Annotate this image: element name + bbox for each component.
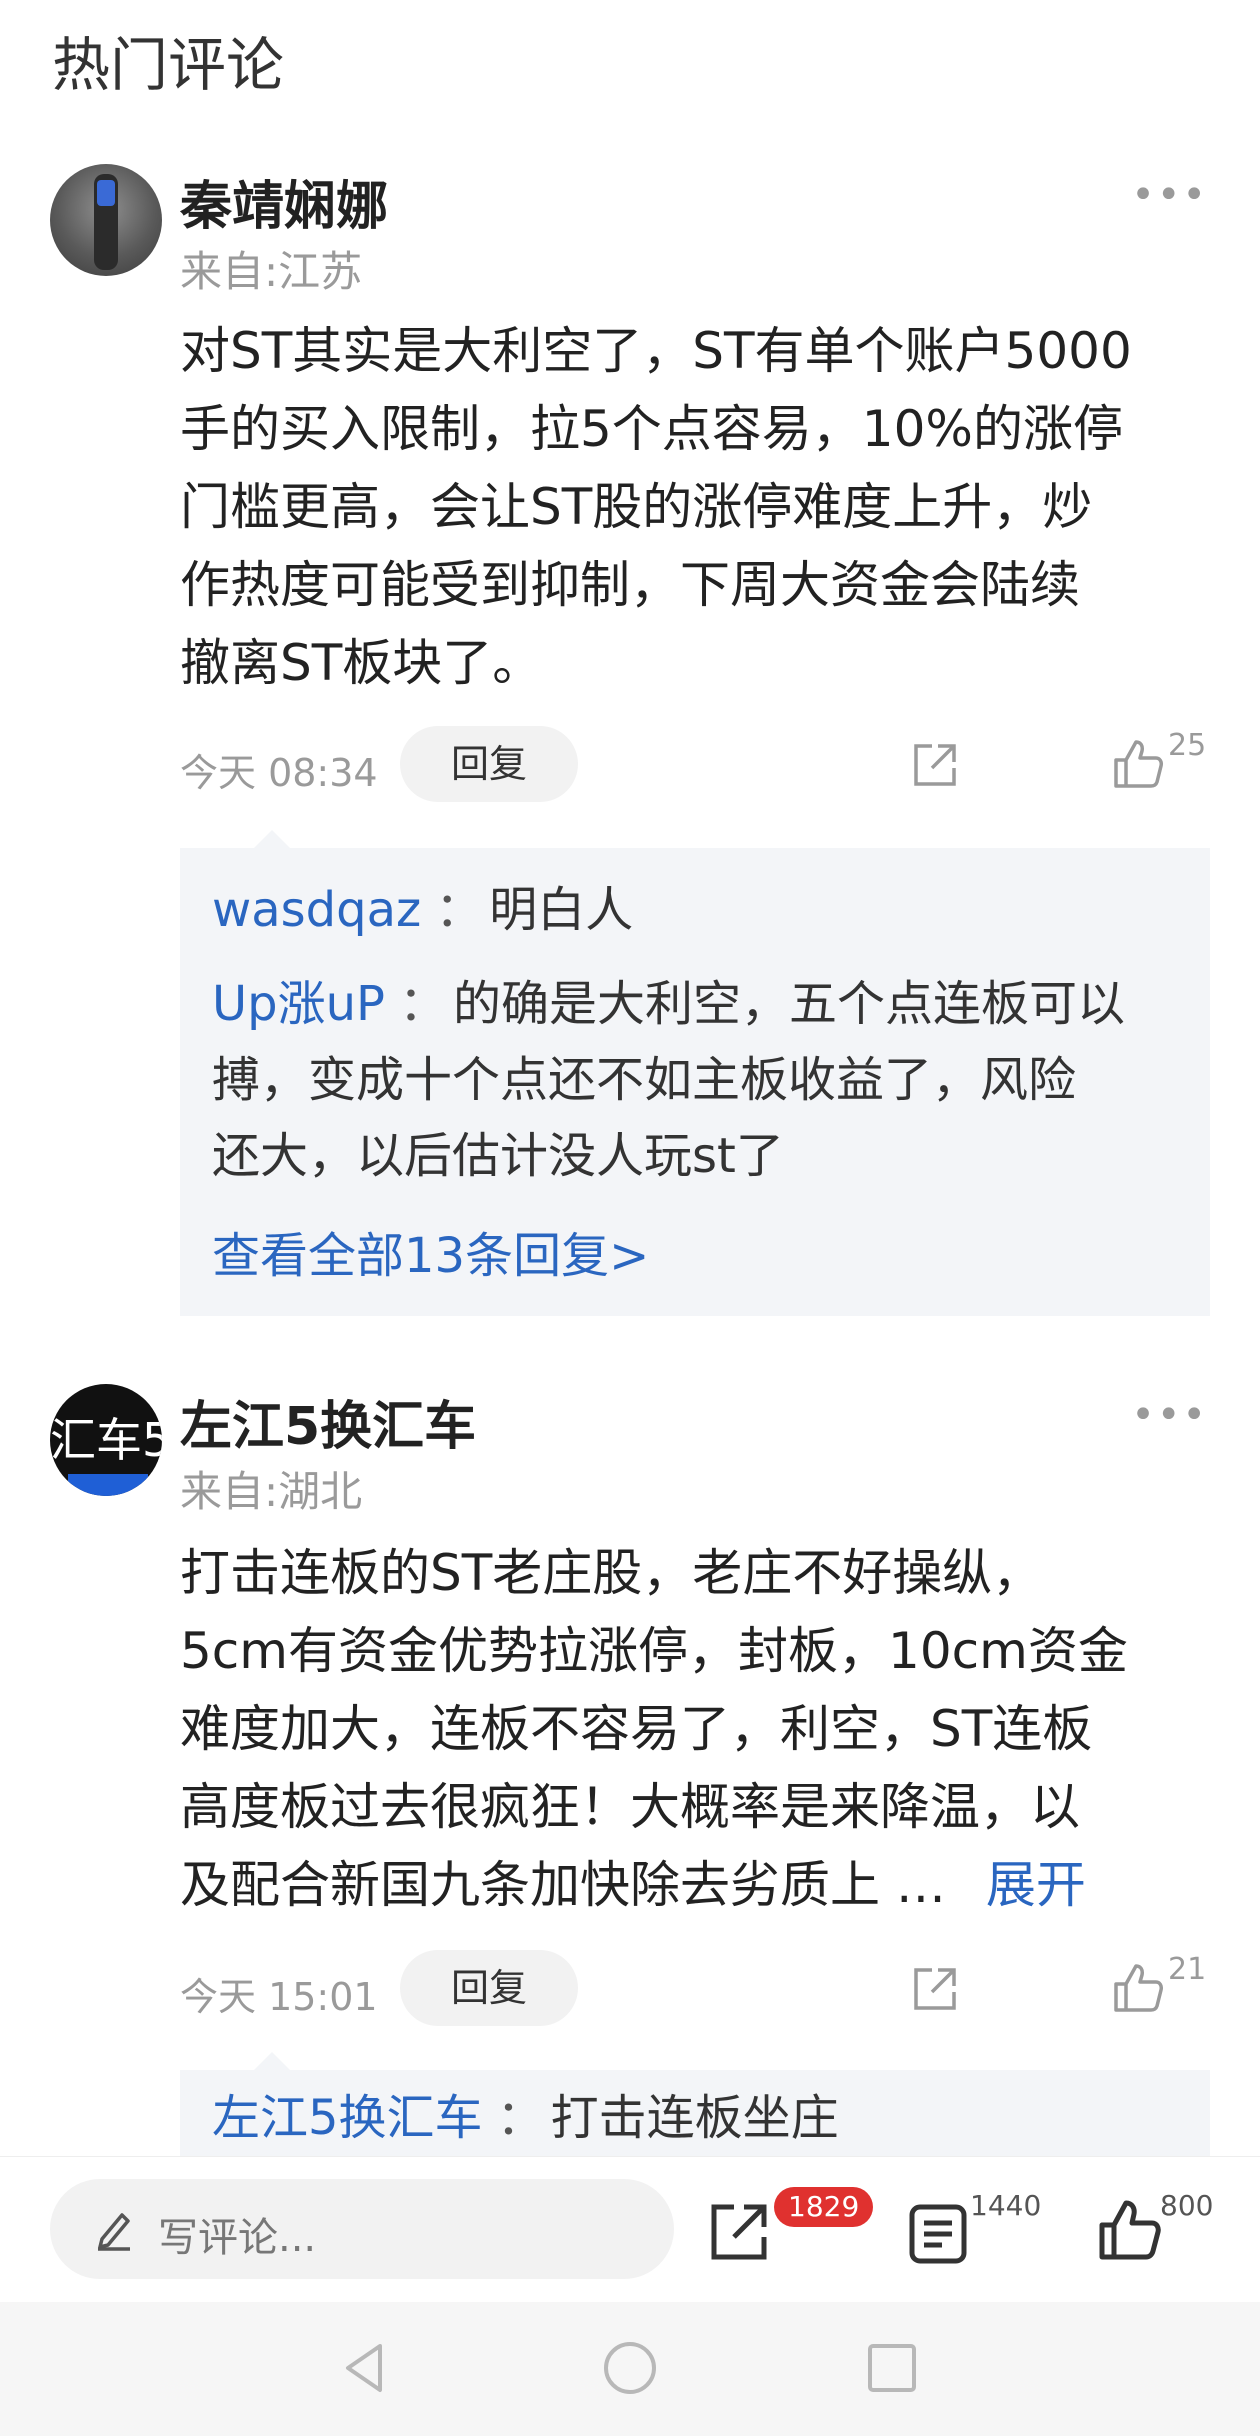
system-nav-bar: [0, 2302, 1260, 2436]
reply-button[interactable]: 回复: [400, 726, 578, 802]
content-line: 高度板过去很疯狂！大概率是来降温，以: [180, 1778, 1080, 1836]
comment-username[interactable]: 秦靖娴娜: [180, 164, 388, 239]
share-icon[interactable]: [706, 2199, 772, 2265]
pencil-icon: [98, 2213, 130, 2251]
reply-item[interactable]: 左江5换汇车：打击连板坐庄: [212, 2080, 1192, 2156]
nav-recent-icon[interactable]: [860, 2336, 924, 2400]
comment-meta: 今天 15:01 回复 21: [180, 1950, 1210, 2026]
content-line: 作热度可能受到抑制，下周大资金会陆续: [180, 556, 1080, 614]
reply-author: Up涨uP: [212, 976, 385, 1032]
content-line: 及配合新国九条加快除去劣质上 … 展开: [180, 1856, 1086, 1914]
bottom-action-bar: 写评论... 1829 1440 800: [0, 2156, 1260, 2302]
like-count: 800: [1160, 2189, 1214, 2222]
content-line: 手的买入限制，拉5个点容易，10%的涨停: [180, 400, 1123, 458]
content-line: 5cm有资金优势拉涨停，封板，10cm资金: [180, 1622, 1128, 1680]
expand-link[interactable]: 展开: [986, 1856, 1086, 1914]
reply-item[interactable]: Up涨uP：的确是大利空，五个点连板可以 搏，变成十个点还不如主板收益了，风险 …: [212, 966, 1192, 1194]
content-line: 打击连板的ST老庄股，老庄不好操纵，: [180, 1544, 1043, 1602]
share-icon[interactable]: [910, 740, 960, 790]
comment-count: 1440: [970, 2189, 1042, 2222]
reply-box: 左江5换汇车：打击连板坐庄: [180, 2052, 1210, 2156]
comment-time: 今天 15:01: [180, 1975, 378, 2019]
reply-author: 左江5换汇车: [212, 2090, 483, 2146]
share-count-badge: 1829: [774, 2187, 874, 2227]
comment-input[interactable]: 写评论...: [50, 2179, 674, 2279]
avatar[interactable]: 汇车5: [50, 1384, 162, 1496]
see-all-replies-link[interactable]: 查看全部13条回复>: [212, 1216, 649, 1286]
content-line: 门槛更高，会让ST股的涨停难度上升，炒: [180, 478, 1093, 536]
comment-time: 今天 08:34: [180, 751, 378, 795]
content-line: 难度加大，连板不容易了，利空，ST连板: [180, 1700, 1093, 1758]
like-count: 21: [1168, 1952, 1207, 1987]
comment-location: 来自:湖北: [180, 1467, 363, 1516]
share-icon[interactable]: [910, 1964, 960, 2014]
thumbs-up-icon[interactable]: [1096, 2197, 1162, 2263]
thumbs-up-icon[interactable]: [1110, 1960, 1166, 2016]
thumbs-up-icon[interactable]: [1110, 736, 1166, 792]
nav-back-icon[interactable]: [334, 2336, 398, 2400]
comment-input-placeholder: 写评论...: [158, 2215, 317, 2261]
reply-box: wasdqaz：明白人 Up涨uP：的确是大利空，五个点连板可以 搏，变成十个点…: [180, 830, 1210, 1316]
comment-location: 来自:江苏: [180, 247, 363, 296]
comment-list-icon[interactable]: [906, 2201, 972, 2267]
comment-meta: 今天 08:34 回复 25: [180, 726, 1210, 802]
comment-username[interactable]: 左江5换汇车: [180, 1384, 476, 1459]
reply-item[interactable]: wasdqaz：明白人: [212, 872, 1192, 948]
content-line: 撤离ST板块了。: [180, 634, 543, 692]
comment-content: 打击连板的ST老庄股，老庄不好操纵， 5cm有资金优势拉涨停，封板，10cm资金…: [180, 1534, 1210, 1924]
avatar[interactable]: [50, 164, 162, 276]
more-dots-icon[interactable]: •••: [1131, 172, 1208, 218]
comment-content: 对ST其实是大利空了，ST有单个账户5000 手的买入限制，拉5个点容易，10%…: [180, 312, 1210, 702]
reply-button[interactable]: 回复: [400, 1950, 578, 2026]
section-title: 热门评论: [52, 31, 285, 99]
content-line: 对ST其实是大利空了，ST有单个账户5000: [180, 322, 1132, 380]
like-count: 25: [1168, 728, 1207, 763]
nav-home-icon[interactable]: [598, 2336, 662, 2400]
avatar-text: 汇车5: [50, 1413, 162, 1467]
reply-author: wasdqaz: [212, 882, 422, 938]
more-dots-icon[interactable]: •••: [1131, 1392, 1208, 1438]
